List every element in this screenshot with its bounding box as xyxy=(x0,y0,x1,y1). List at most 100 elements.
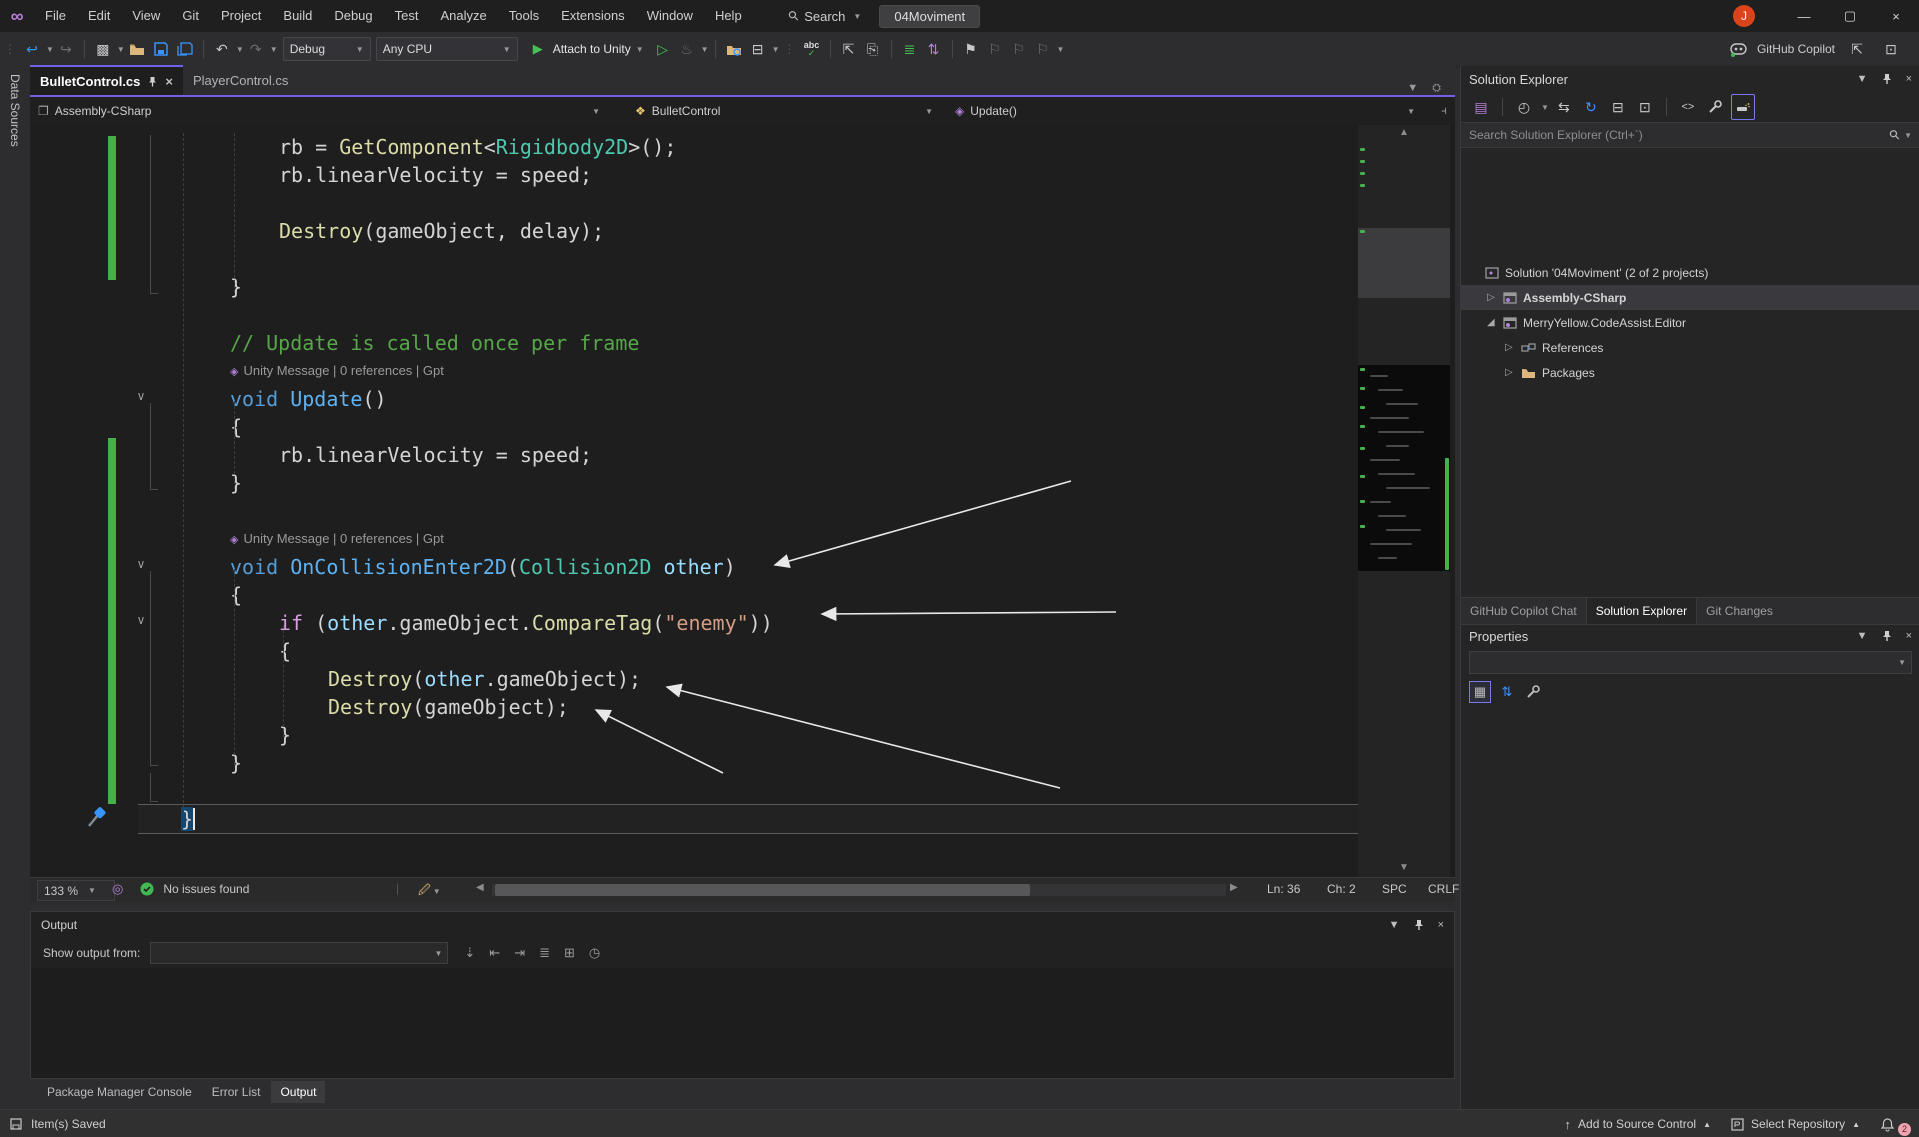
chevron-down-icon[interactable]: ▼ xyxy=(46,45,54,54)
undo-button[interactable]: ↶ xyxy=(211,37,233,61)
tree-item-packages[interactable]: ▷Packages xyxy=(1461,360,1919,385)
bottom-tab-package-manager-console[interactable]: Package Manager Console xyxy=(38,1081,201,1103)
type-dropdown[interactable]: ❖ BulletControl ▼ xyxy=(635,97,945,125)
code-line[interactable]: } xyxy=(230,749,242,777)
codelens-row[interactable]: ◈Unity Message | 0 references | Gpt xyxy=(230,363,444,378)
code-line[interactable]: rb.linearVelocity = speed; xyxy=(279,441,592,469)
format-document-icon[interactable]: ⇅ xyxy=(923,37,945,61)
redo-button[interactable]: ↷ xyxy=(245,37,267,61)
minimap-scrollbar[interactable]: ▲ ▼ xyxy=(1358,125,1450,877)
collapse-all-icon[interactable]: ⊟ xyxy=(1607,95,1629,119)
close-icon[interactable]: × xyxy=(1906,630,1912,642)
preview-window-icon[interactable]: ⊟ xyxy=(747,37,769,61)
code-line[interactable]: void OnCollisionEnter2D(Collision2D othe… xyxy=(230,553,736,581)
tree-item-assembly-csharp[interactable]: ▷Assembly-CSharp xyxy=(1461,285,1919,310)
scroll-up-icon[interactable]: ▲ xyxy=(1358,127,1450,138)
menu-project[interactable]: Project xyxy=(210,0,272,32)
minimize-button[interactable]: — xyxy=(1781,0,1827,32)
platform-dropdown[interactable]: Any CPU▼ xyxy=(376,37,518,61)
pin-icon[interactable] xyxy=(148,76,157,87)
tab-playercontrol-cs[interactable]: PlayerControl.cs xyxy=(183,66,298,95)
tab-bulletcontrol-cs[interactable]: BulletControl.cs× xyxy=(30,65,183,96)
previous-bookmark-icon[interactable]: ⚐ xyxy=(984,37,1006,61)
codelens-row[interactable]: ◈Unity Message | 0 references | Gpt xyxy=(230,531,444,546)
sync-with-active-document-icon[interactable]: ⇆ xyxy=(1553,95,1575,119)
tree-chevron-icon[interactable]: ▷ xyxy=(1505,342,1517,353)
code-editor[interactable]: ▲ ▼ rb = GetComponent<Rigidbody2D>();rb.… xyxy=(30,125,1455,877)
project-dropdown[interactable]: ❐ Assembly-CSharp ▼ xyxy=(38,97,628,125)
pin-icon[interactable] xyxy=(1882,73,1892,85)
menu-view[interactable]: View xyxy=(121,0,171,32)
code-line[interactable]: if (other.gameObject.CompareTag("enemy")… xyxy=(279,609,773,637)
properties-wrench-icon[interactable] xyxy=(1704,95,1726,119)
menu-analyze[interactable]: Analyze xyxy=(429,0,497,32)
play-icon[interactable]: ▶ xyxy=(527,37,549,61)
clear-all-icon[interactable]: ≣ xyxy=(539,945,550,961)
fold-chevron-icon[interactable]: ∨ xyxy=(128,557,154,571)
tree-chevron-icon[interactable]: ▷ xyxy=(1505,367,1517,378)
menu-test[interactable]: Test xyxy=(384,0,430,32)
tree-item-solution-04moviment-2-of-2-projects-[interactable]: Solution '04Moviment' (2 of 2 projects) xyxy=(1461,260,1919,285)
tree-item-merryyellow-codeassist-editor[interactable]: ◢MerryYellow.CodeAssist.Editor xyxy=(1461,310,1919,335)
fold-chevron-icon[interactable]: ∨ xyxy=(128,389,154,403)
save-all-button[interactable] xyxy=(174,37,196,61)
menu-build[interactable]: Build xyxy=(272,0,323,32)
save-button[interactable] xyxy=(150,37,172,61)
toggle-word-wrap-icon[interactable]: ⊞ xyxy=(564,945,575,961)
scroll-down-icon[interactable]: ▼ xyxy=(1358,862,1450,873)
minimap-viewport[interactable] xyxy=(1358,228,1450,298)
maximize-button[interactable]: ▢ xyxy=(1827,0,1873,32)
panel-tab-git-changes[interactable]: Git Changes xyxy=(1697,598,1782,624)
tree-item-references[interactable]: ▷References xyxy=(1461,335,1919,360)
properties-object-dropdown[interactable]: ▼ xyxy=(1469,651,1912,674)
code-line[interactable]: Destroy(gameObject, delay); xyxy=(279,217,604,245)
close-icon[interactable]: × xyxy=(1438,919,1444,931)
chevron-down-icon[interactable]: ▼ xyxy=(1857,73,1868,85)
panel-tab-github-copilot-chat[interactable]: GitHub Copilot Chat xyxy=(1461,598,1586,624)
data-sources-tab[interactable]: Data Sources xyxy=(8,74,22,147)
intellisense-icon[interactable]: ◎ xyxy=(112,881,123,897)
properties-header[interactable]: Properties ▼ × xyxy=(1461,623,1919,649)
selection-mode-icon[interactable]: ⇱ xyxy=(838,37,860,61)
code-line[interactable]: { xyxy=(230,413,242,441)
clear-bookmarks-icon[interactable]: ⚐ xyxy=(1032,37,1054,61)
find-in-files-icon[interactable] xyxy=(723,37,745,61)
code-line[interactable]: { xyxy=(230,581,242,609)
code-line[interactable]: // Update is called once per frame xyxy=(230,329,639,357)
refresh-icon[interactable]: ↻ xyxy=(1580,95,1602,119)
alphabetical-sort-icon[interactable]: ⇅ xyxy=(1497,682,1517,702)
previous-message-icon[interactable]: ⇤ xyxy=(489,945,500,961)
github-copilot-icon[interactable] xyxy=(1730,42,1747,57)
timestamp-icon[interactable]: ◷ xyxy=(589,945,600,961)
search-menu[interactable]: ⚲ Search ▼ xyxy=(789,8,862,24)
tree-chevron-icon[interactable]: ◢ xyxy=(1487,317,1499,328)
code-line[interactable]: rb.linearVelocity = speed; xyxy=(279,161,592,189)
menu-tools[interactable]: Tools xyxy=(498,0,550,32)
menu-file[interactable]: File xyxy=(34,0,77,32)
code-line[interactable]: } xyxy=(230,273,242,301)
navigate-forward-button[interactable]: ↪ xyxy=(55,37,77,61)
select-repository-button[interactable]: Select Repository ▲ xyxy=(1721,1117,1870,1131)
new-project-button[interactable]: ▩ xyxy=(92,37,114,61)
open-external-icon[interactable]: ⇱ xyxy=(1846,37,1868,61)
spaces-indicator[interactable]: SPC xyxy=(1382,882,1407,896)
solution-explorer-search[interactable]: Search Solution Explorer (Ctrl+`) ⚲ ▼ xyxy=(1461,122,1919,148)
bottom-tab-error-list[interactable]: Error List xyxy=(203,1081,270,1103)
chevron-down-icon[interactable]: ▼ xyxy=(1389,919,1400,931)
pending-changes-filter-icon[interactable]: ◴ xyxy=(1513,95,1535,119)
send-feedback-icon[interactable]: ⊡ xyxy=(1880,37,1902,61)
add-to-source-control-button[interactable]: ↑ Add to Source Control ▲ xyxy=(1555,1117,1722,1132)
line-ending-indicator[interactable]: CRLF xyxy=(1428,882,1459,896)
code-assist-icon[interactable] xyxy=(1731,94,1755,120)
menu-help[interactable]: Help xyxy=(704,0,753,32)
spell-check-icon[interactable]: abc✓ xyxy=(801,37,823,61)
open-file-button[interactable] xyxy=(126,37,148,61)
horizontal-scrollbar-thumb[interactable] xyxy=(495,884,1030,896)
close-icon[interactable]: × xyxy=(165,74,173,89)
configuration-dropdown[interactable]: Debug▼ xyxy=(283,37,371,61)
code-line[interactable]: } xyxy=(230,469,242,497)
start-without-debugging-icon[interactable]: ▷ xyxy=(652,37,674,61)
paste-indent-icon[interactable]: ⎘ xyxy=(862,37,884,61)
github-copilot-label[interactable]: GitHub Copilot xyxy=(1757,42,1835,56)
code-line[interactable]: void Update() xyxy=(230,385,387,413)
